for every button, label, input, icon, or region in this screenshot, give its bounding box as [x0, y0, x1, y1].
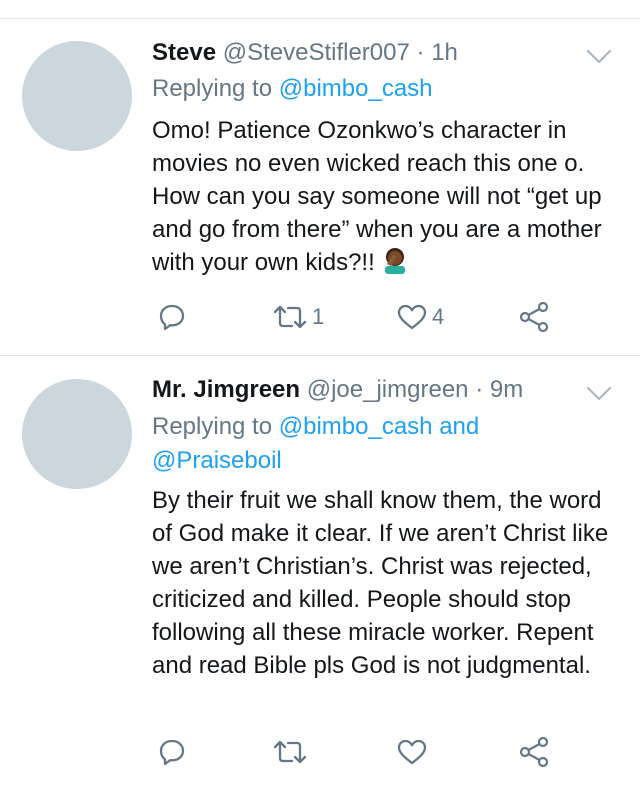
heart-icon: [397, 739, 427, 765]
tweet-header: Steve @SteveStifler007 · 1h: [152, 37, 580, 69]
tweet-actions: [152, 734, 592, 770]
chevron-down-icon[interactable]: [586, 49, 612, 65]
like-button[interactable]: 4: [396, 299, 444, 335]
separator-dot: ·: [416, 39, 425, 66]
retweet-icon: [273, 305, 307, 329]
replying-to-line: Replying to @bimbo_cash: [152, 72, 592, 106]
retweet-icon: [273, 740, 307, 764]
chevron-down-icon[interactable]: [586, 386, 612, 402]
user-name[interactable]: Steve: [152, 39, 216, 66]
tweet-header: Mr. Jimgreen @joe_jimgreen · 9m: [152, 374, 580, 406]
retweet-button[interactable]: [272, 734, 312, 770]
retweet-count: 1: [312, 304, 325, 329]
like-count: 4: [432, 304, 445, 329]
tweet-text: By their fruit we shall know them, the w…: [152, 487, 609, 679]
reply-icon: [159, 739, 185, 766]
heart-icon: [397, 304, 427, 330]
replying-to-prefix: Replying to: [152, 413, 273, 440]
share-button[interactable]: [518, 299, 550, 335]
tweet-text: Omo! Patience Ozonkwo’s character in mov…: [152, 117, 602, 276]
reply-button[interactable]: [158, 734, 190, 770]
replying-to-link-2[interactable]: @Praiseboil: [152, 447, 282, 474]
tweet-2[interactable]: Mr. Jimgreen @joe_jimgreen · 9m Replying…: [0, 356, 640, 791]
timestamp[interactable]: 1h: [431, 39, 458, 66]
like-button[interactable]: [396, 734, 432, 770]
avatar[interactable]: [22, 41, 132, 151]
tweet-body: Omo! Patience Ozonkwo’s character in mov…: [152, 114, 622, 279]
replying-to-link[interactable]: @bimbo_cash: [279, 75, 433, 102]
replying-to-prefix: Replying to: [152, 75, 273, 102]
face-palm-emoji: [385, 248, 406, 274]
tweet-actions: 1 4: [152, 299, 592, 335]
user-handle[interactable]: @SteveStifler007: [223, 39, 410, 66]
share-button[interactable]: [518, 734, 550, 770]
user-name[interactable]: Mr. Jimgreen: [152, 376, 300, 403]
retweet-button[interactable]: 1: [272, 299, 324, 335]
replying-to-link[interactable]: @bimbo_cash and: [279, 413, 479, 440]
share-icon: [519, 301, 549, 333]
reply-icon: [159, 304, 185, 331]
user-handle[interactable]: @joe_jimgreen: [307, 376, 469, 403]
reply-button[interactable]: [158, 299, 190, 335]
tweet-1[interactable]: Steve @SteveStifler007 · 1h Replying to …: [0, 19, 640, 355]
tweet-body: By their fruit we shall know them, the w…: [152, 484, 622, 682]
avatar[interactable]: [22, 379, 132, 489]
separator-dot: ·: [475, 376, 484, 403]
replying-to-line: Replying to @bimbo_cash and @Praiseboil: [152, 410, 592, 478]
share-icon: [519, 736, 549, 768]
timestamp[interactable]: 9m: [490, 376, 523, 403]
